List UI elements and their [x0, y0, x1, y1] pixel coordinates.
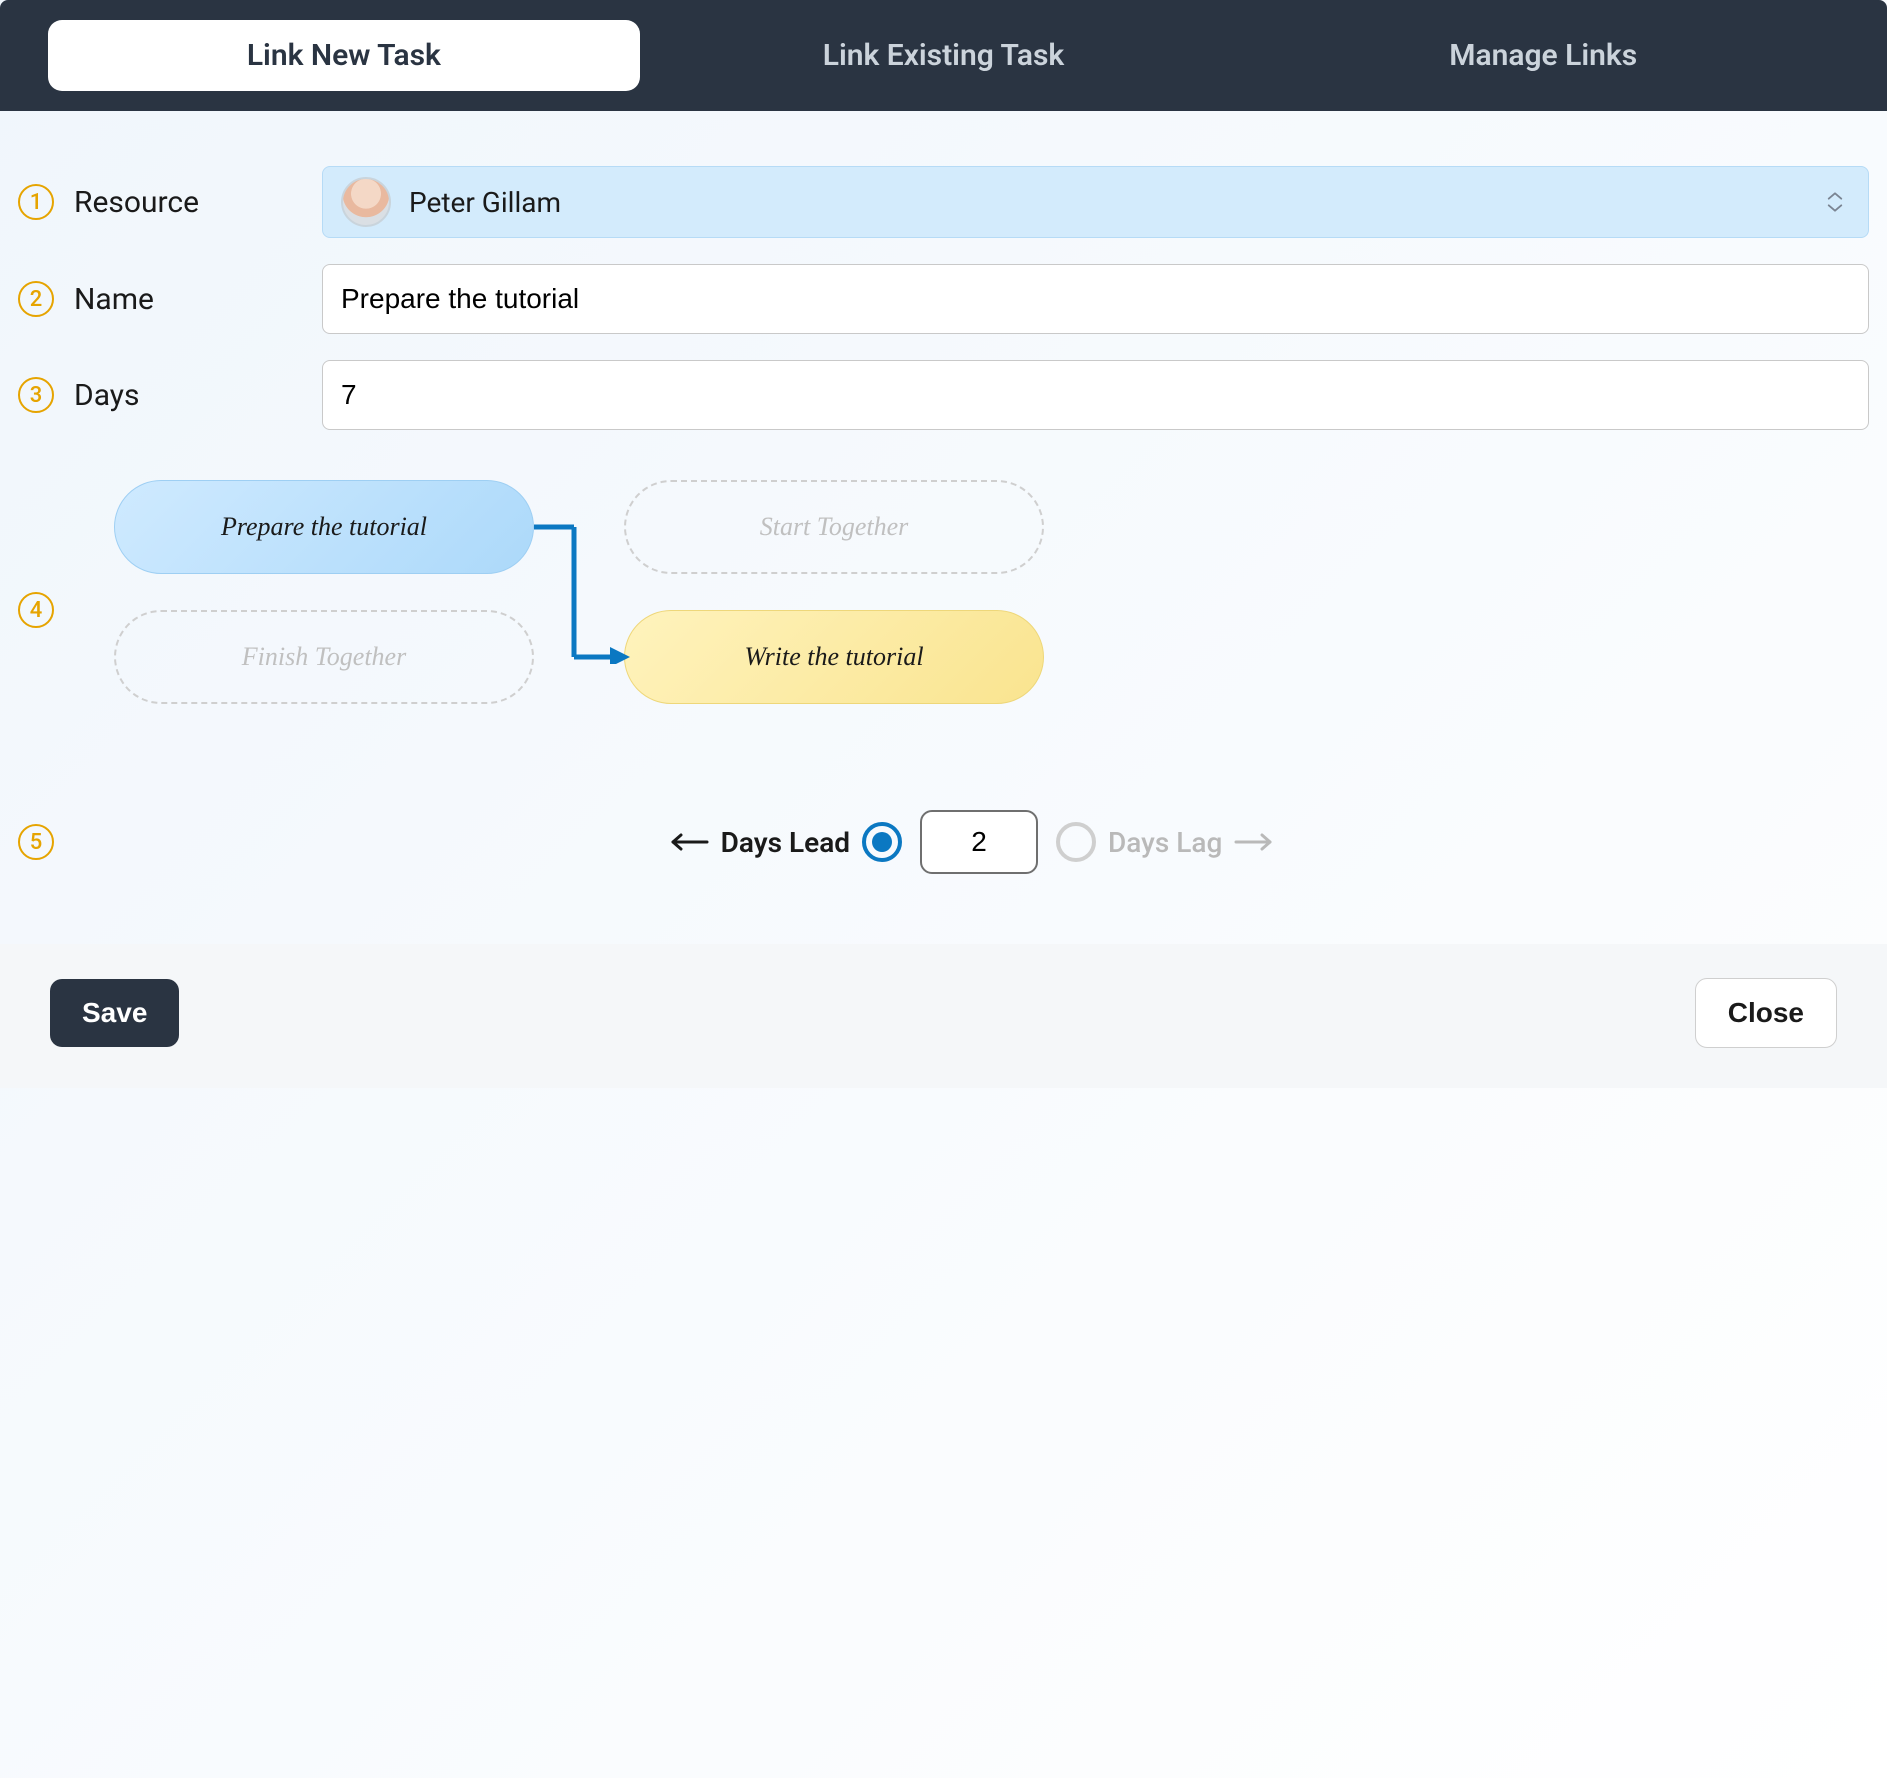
- offset-value-input[interactable]: [920, 810, 1038, 874]
- radio-days-lag[interactable]: [1056, 822, 1096, 862]
- tab-link-new-task[interactable]: Link New Task: [48, 20, 640, 91]
- form-content: 1 Resource Peter Gillam 2 Name 3 Days 4 …: [0, 111, 1887, 944]
- step-badge-2: 2: [18, 281, 54, 317]
- step-badge-4: 4: [18, 592, 54, 628]
- avatar: [341, 177, 391, 227]
- arrow-left-icon: [667, 832, 709, 852]
- chevron-up-down-icon: [1824, 191, 1846, 213]
- row-diagram: 4 Prepare the tutorial Start Together Fi…: [18, 480, 1869, 740]
- link-diagram: Prepare the tutorial Start Together Fini…: [74, 480, 1869, 740]
- row-resource: 1 Resource Peter Gillam: [18, 166, 1869, 238]
- step-badge-3: 3: [18, 377, 54, 413]
- arrow-right-icon: [1234, 832, 1276, 852]
- label-resource: Resource: [74, 185, 322, 220]
- row-name: 2 Name: [18, 264, 1869, 334]
- name-input[interactable]: [322, 264, 1869, 334]
- dialog-footer: Save Close: [0, 944, 1887, 1088]
- label-days: Days: [74, 378, 322, 413]
- row-days: 3 Days: [18, 360, 1869, 430]
- days-lag-option[interactable]: Days Lag: [1056, 822, 1276, 862]
- tab-bar: Link New Task Link Existing Task Manage …: [0, 0, 1887, 111]
- step-badge-5: 5: [18, 824, 54, 860]
- days-lead-option[interactable]: Days Lead: [667, 822, 902, 862]
- tab-link-existing-task[interactable]: Link Existing Task: [648, 20, 1240, 91]
- diagram-target-task[interactable]: Write the tutorial: [624, 610, 1044, 704]
- radio-days-lead[interactable]: [862, 822, 902, 862]
- diagram-option-start-together[interactable]: Start Together: [624, 480, 1044, 574]
- days-lead-label: Days Lead: [721, 826, 850, 859]
- connector-arrow-icon: [532, 524, 632, 664]
- label-name: Name: [74, 282, 322, 317]
- save-button[interactable]: Save: [50, 979, 179, 1047]
- step-badge-1: 1: [18, 184, 54, 220]
- resource-select-value: Peter Gillam: [409, 186, 561, 219]
- resource-select[interactable]: Peter Gillam: [322, 166, 1869, 238]
- offset-controls: Days Lead Days Lag: [74, 810, 1869, 874]
- diagram-option-finish-together[interactable]: Finish Together: [114, 610, 534, 704]
- row-offset: 5 Days Lead Days Lag: [18, 810, 1869, 874]
- days-lag-label: Days Lag: [1108, 826, 1222, 859]
- close-button[interactable]: Close: [1695, 978, 1837, 1048]
- diagram-source-task[interactable]: Prepare the tutorial: [114, 480, 534, 574]
- tab-manage-links[interactable]: Manage Links: [1247, 20, 1839, 91]
- days-input[interactable]: [322, 360, 1869, 430]
